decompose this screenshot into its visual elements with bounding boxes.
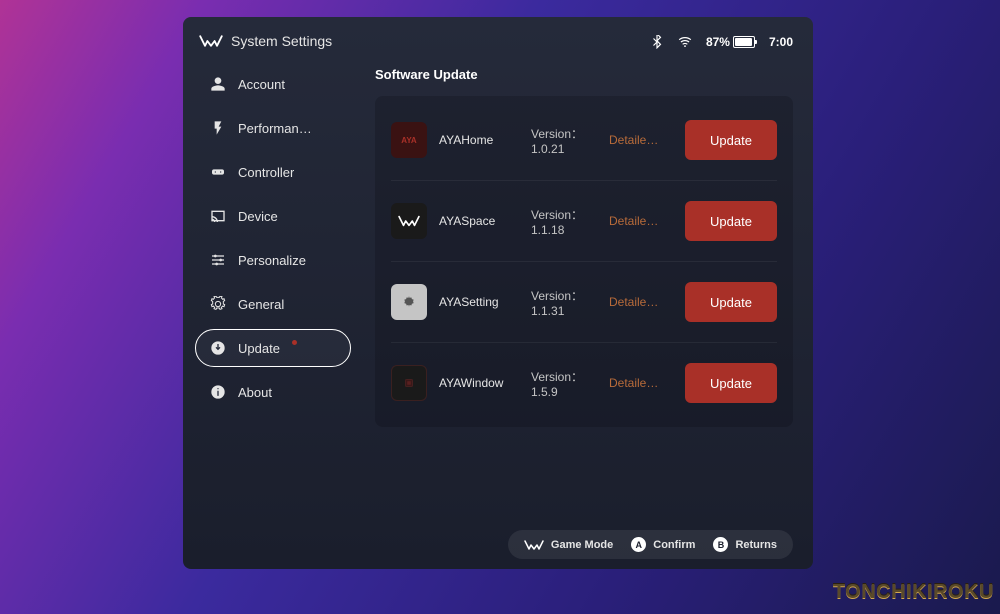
update-list: AYA AYAHome Version1.0.21 Detailed… Upda… (375, 96, 793, 427)
sidebar-item-performance[interactable]: Performan… (195, 109, 351, 147)
app-version: Version1.0.21 (531, 125, 597, 156)
brand-logo-icon (199, 34, 223, 48)
sidebar-item-controller[interactable]: Controller (195, 153, 351, 191)
footer-confirm[interactable]: A Confirm (631, 537, 695, 552)
gamepad-icon (210, 164, 226, 180)
app-header: System Settings (183, 33, 363, 65)
footer-game-mode[interactable]: Game Mode (524, 539, 613, 551)
cast-icon (210, 208, 226, 224)
update-button[interactable]: Update (685, 282, 777, 322)
settings-window: System Settings Account Performan… Contr… (183, 17, 813, 569)
battery-percent: 87% (706, 35, 730, 49)
sidebar-item-label: Account (238, 77, 285, 92)
update-row-ayasetting: AYASetting Version1.1.31 Detailed… Updat… (391, 262, 777, 343)
sidebar-nav: Account Performan… Controller Device Per… (183, 65, 363, 411)
app-name: AYASpace (439, 214, 519, 228)
clock: 7:00 (769, 35, 793, 49)
app-icon-ayaspace (391, 203, 427, 239)
bluetooth-icon (650, 35, 664, 49)
update-button[interactable]: Update (685, 201, 777, 241)
update-row-ayawindow: AYAWindow Version1.5.9 Detailed… Update (391, 343, 777, 423)
sidebar-item-label: Device (238, 209, 278, 224)
status-bar: 87% 7:00 (375, 33, 793, 67)
sliders-icon (210, 252, 226, 268)
sidebar-item-label: Personalize (238, 253, 306, 268)
main-panel: 87% 7:00 Software Update AYA AYAHome Ver… (363, 17, 813, 569)
detailed-link[interactable]: Detailed… (609, 295, 663, 309)
sidebar-item-label: Update (238, 341, 280, 356)
app-name: AYAHome (439, 133, 519, 147)
footer-label: Confirm (653, 539, 695, 551)
sidebar-item-personalize[interactable]: Personalize (195, 241, 351, 279)
footer-bar: Game Mode A Confirm B Returns (508, 530, 793, 559)
app-name: AYASetting (439, 295, 519, 309)
wifi-icon (678, 35, 692, 49)
update-button[interactable]: Update (685, 120, 777, 160)
app-name: AYAWindow (439, 376, 519, 390)
app-icon-ayahome: AYA (391, 122, 427, 158)
app-version: Version1.5.9 (531, 368, 597, 399)
watermark: TONCHIKIROKU (833, 581, 994, 604)
sidebar-item-label: About (238, 385, 272, 400)
update-button[interactable]: Update (685, 363, 777, 403)
sidebar-item-update[interactable]: Update (195, 329, 351, 367)
app-icon-ayawindow (391, 365, 427, 401)
gear-icon (210, 296, 226, 312)
header-title: System Settings (231, 33, 332, 49)
detailed-link[interactable]: Detailed… (609, 214, 663, 228)
footer-returns[interactable]: B Returns (713, 537, 777, 552)
sidebar-item-about[interactable]: About (195, 373, 351, 411)
sidebar-item-label: Performan… (238, 121, 312, 136)
info-icon (210, 384, 226, 400)
sidebar-item-account[interactable]: Account (195, 65, 351, 103)
detailed-link[interactable]: Detailed… (609, 376, 663, 390)
detailed-link[interactable]: Detailed… (609, 133, 663, 147)
app-version: Version1.1.18 (531, 206, 597, 237)
update-row-ayahome: AYA AYAHome Version1.0.21 Detailed… Upda… (391, 100, 777, 181)
user-icon (210, 76, 226, 92)
battery-icon (733, 36, 755, 48)
sidebar: System Settings Account Performan… Contr… (183, 17, 363, 569)
page-title: Software Update (375, 67, 793, 82)
b-button-icon: B (713, 537, 728, 552)
battery-status: 87% (706, 35, 755, 49)
brand-logo-icon (524, 539, 544, 551)
footer-label: Game Mode (551, 539, 613, 551)
a-button-icon: A (631, 537, 646, 552)
footer-label: Returns (735, 539, 777, 551)
update-badge (292, 340, 297, 345)
update-row-ayaspace: AYASpace Version1.1.18 Detailed… Update (391, 181, 777, 262)
download-icon (210, 340, 226, 356)
sidebar-item-device[interactable]: Device (195, 197, 351, 235)
sidebar-item-label: General (238, 297, 284, 312)
bolt-icon (210, 120, 226, 136)
app-version: Version1.1.31 (531, 287, 597, 318)
sidebar-item-general[interactable]: General (195, 285, 351, 323)
sidebar-item-label: Controller (238, 165, 294, 180)
app-icon-ayasetting (391, 284, 427, 320)
